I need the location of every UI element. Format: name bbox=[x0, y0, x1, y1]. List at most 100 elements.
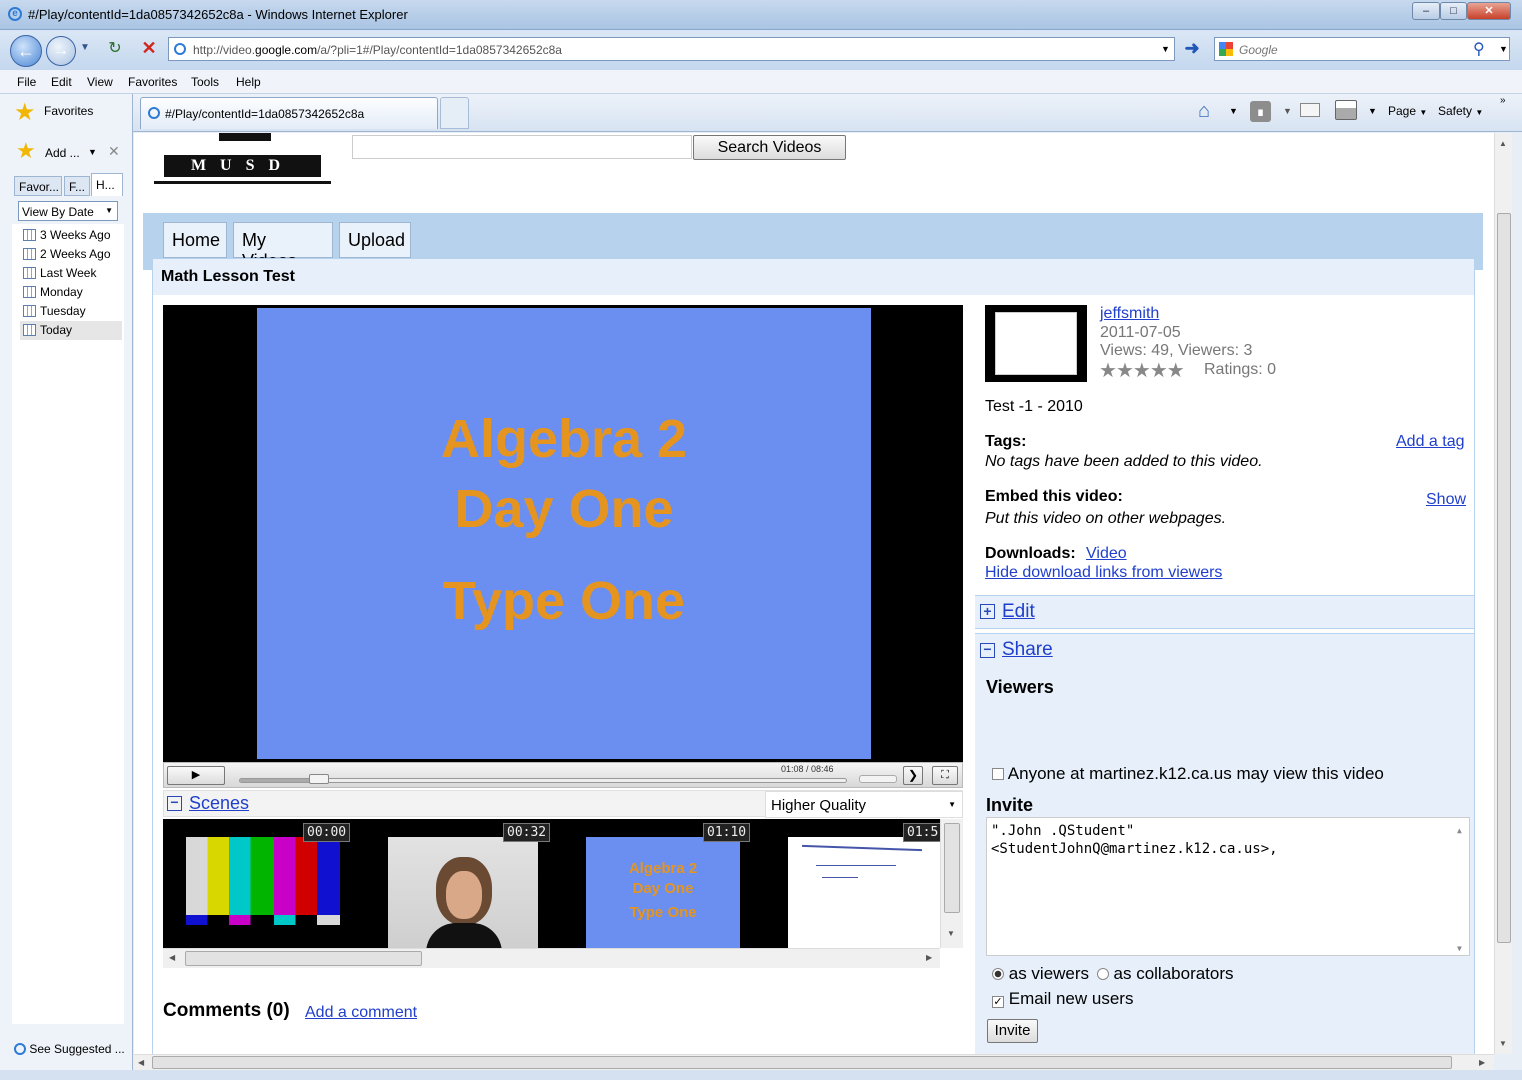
rss-icon[interactable]: ∎ bbox=[1250, 101, 1271, 122]
scroll-up-icon[interactable]: ▲ bbox=[1499, 139, 1507, 148]
history-item-selected[interactable]: Today bbox=[20, 321, 122, 340]
history-item[interactable]: Tuesday bbox=[20, 302, 132, 321]
edit-link[interactable]: Edit bbox=[1002, 601, 1035, 623]
email-new-users-option[interactable]: ✓ Email new users bbox=[992, 989, 1133, 1009]
safety-menu[interactable]: Safety ▼ bbox=[1438, 104, 1483, 118]
scroll-up-icon[interactable]: ▲ bbox=[1457, 822, 1462, 840]
scene-thumb-whiteboard[interactable] bbox=[788, 837, 940, 948]
scroll-left-icon[interactable]: ◀ bbox=[138, 1058, 144, 1067]
scroll-down-icon[interactable]: ▼ bbox=[1457, 940, 1462, 958]
volume-slider[interactable] bbox=[859, 775, 897, 783]
add-favorite-button[interactable]: Add ... bbox=[45, 146, 80, 160]
scene-thumb-slide[interactable]: Algebra 2 Day One Type One bbox=[586, 837, 740, 948]
search-icon[interactable]: ⚲ bbox=[1473, 39, 1485, 59]
history-item[interactable]: 3 Weeks Ago bbox=[20, 226, 132, 245]
history-dropdown-icon[interactable]: ▼ bbox=[80, 42, 90, 53]
star-icon[interactable]: ★ bbox=[1116, 360, 1134, 382]
scene-hscroll[interactable]: ◀ ▶ bbox=[163, 948, 940, 968]
back-button[interactable]: ← bbox=[10, 35, 42, 67]
search-input[interactable]: Google ⚲ ▼ bbox=[1214, 37, 1510, 61]
refresh-icon[interactable]: ↻ bbox=[104, 38, 126, 60]
go-button[interactable]: ➜ bbox=[1180, 38, 1204, 60]
rss-dropdown-icon[interactable]: ▼ bbox=[1283, 106, 1292, 116]
menu-help[interactable]: Help bbox=[236, 75, 261, 89]
view-by-select[interactable]: View By Date ▼ bbox=[18, 201, 118, 221]
history-item[interactable]: Last Week bbox=[20, 264, 132, 283]
scroll-thumb[interactable] bbox=[185, 951, 422, 966]
email-new-users-checkbox[interactable]: ✓ bbox=[992, 996, 1004, 1008]
tab-history[interactable]: H... bbox=[91, 173, 123, 196]
home-dropdown-icon[interactable]: ▼ bbox=[1229, 106, 1238, 116]
home-icon[interactable]: ⌂ bbox=[1198, 100, 1210, 123]
invite-button[interactable]: Invite bbox=[987, 1019, 1038, 1043]
tab-favorites[interactable]: Favor... bbox=[14, 176, 62, 196]
see-suggested-link[interactable]: See Suggested ... bbox=[14, 1042, 125, 1056]
browser-tab[interactable]: #/Play/contentId=1da0857342652c8a bbox=[140, 97, 438, 129]
collapse-scenes-icon[interactable]: − bbox=[167, 795, 182, 811]
search-options-icon[interactable]: ▼ bbox=[1499, 44, 1508, 54]
show-embed-link[interactable]: Show bbox=[1426, 491, 1466, 509]
fullscreen-icon[interactable]: ⛶ bbox=[932, 766, 958, 785]
scroll-thumb[interactable] bbox=[152, 1056, 1452, 1069]
rating-stars[interactable]: ★★★★★ bbox=[1099, 358, 1185, 383]
video-player[interactable]: Algebra 2 Day One Type One bbox=[163, 305, 963, 762]
seek-thumb[interactable] bbox=[309, 774, 329, 784]
star-icon[interactable]: ★ bbox=[1099, 360, 1117, 382]
nav-home[interactable]: Home bbox=[163, 222, 227, 258]
search-videos-button[interactable]: Search Videos bbox=[693, 135, 846, 160]
star-icon[interactable]: ★ bbox=[1150, 360, 1168, 382]
toolbar-overflow-icon[interactable]: » bbox=[1500, 95, 1506, 106]
history-item[interactable]: 2 Weeks Ago bbox=[20, 245, 132, 264]
print-dropdown-icon[interactable]: ▼ bbox=[1368, 106, 1377, 116]
as-collaborators-radio[interactable] bbox=[1096, 968, 1109, 980]
scene-vscroll[interactable]: ▼ bbox=[940, 819, 963, 948]
anyone-may-view-option[interactable]: Anyone at martinez.k12.ca.us may view th… bbox=[992, 764, 1384, 784]
tab-feeds[interactable]: F... bbox=[64, 176, 90, 196]
menu-edit[interactable]: Edit bbox=[51, 75, 72, 89]
scroll-thumb[interactable] bbox=[1497, 213, 1511, 943]
play-button[interactable]: ▶ bbox=[167, 766, 225, 785]
page-hscroll[interactable]: ◀ ▶ bbox=[134, 1054, 1494, 1070]
scroll-down-icon[interactable]: ▼ bbox=[1499, 1039, 1507, 1048]
hide-download-link[interactable]: Hide download links from viewers bbox=[985, 564, 1222, 582]
nav-my-videos[interactable]: My Videos bbox=[233, 222, 333, 271]
scene-thumb-color-bars[interactable] bbox=[186, 837, 340, 948]
expand-edit-icon[interactable]: + bbox=[980, 604, 995, 619]
add-dropdown-icon[interactable]: ▼ bbox=[88, 147, 97, 157]
maximize-button[interactable]: □ bbox=[1440, 2, 1467, 20]
as-viewers-radio[interactable] bbox=[992, 968, 1004, 980]
scroll-down-icon[interactable]: ▼ bbox=[947, 929, 955, 938]
site-search-input[interactable] bbox=[352, 135, 692, 159]
menu-favorites[interactable]: Favorites bbox=[128, 75, 177, 89]
nav-upload[interactable]: Upload bbox=[339, 222, 411, 258]
collapse-share-icon[interactable]: − bbox=[980, 642, 995, 658]
address-dropdown-icon[interactable]: ▼ bbox=[1161, 44, 1170, 54]
scroll-right-icon[interactable]: ▶ bbox=[926, 953, 932, 962]
address-input[interactable]: http://video.google.com/a/?pli=1#/Play/c… bbox=[168, 37, 1175, 61]
close-window-button[interactable]: ✕ bbox=[1467, 2, 1511, 20]
scroll-right-icon[interactable]: ▶ bbox=[1479, 1058, 1485, 1067]
minimize-button[interactable]: – bbox=[1412, 2, 1440, 20]
menu-view[interactable]: View bbox=[87, 75, 113, 89]
close-panel-icon[interactable]: ✕ bbox=[108, 143, 120, 160]
add-comment-link[interactable]: Add a comment bbox=[305, 1004, 417, 1022]
print-icon[interactable] bbox=[1335, 100, 1357, 120]
page-menu[interactable]: Page ▼ bbox=[1388, 104, 1427, 118]
mail-icon[interactable] bbox=[1300, 103, 1320, 117]
page-vscroll[interactable]: ▲ ▼ bbox=[1494, 133, 1512, 1054]
share-link[interactable]: Share bbox=[1002, 639, 1053, 661]
seek-track[interactable] bbox=[239, 774, 847, 784]
menu-tools[interactable]: Tools bbox=[191, 75, 219, 89]
stop-icon[interactable]: ✕ bbox=[138, 38, 160, 60]
star-icon[interactable]: ★ bbox=[1133, 360, 1151, 382]
scenes-link[interactable]: Scenes bbox=[189, 793, 249, 814]
scroll-thumb[interactable] bbox=[944, 823, 960, 913]
forward-button[interactable]: → bbox=[46, 36, 76, 66]
star-icon[interactable]: ★ bbox=[1167, 360, 1185, 382]
anyone-checkbox[interactable] bbox=[992, 768, 1004, 780]
invite-textarea[interactable]: ".John .QStudent" <StudentJohnQ@martinez… bbox=[986, 817, 1470, 956]
scene-thumb-speaker[interactable] bbox=[388, 837, 538, 948]
volume-button[interactable]: ❯ bbox=[903, 766, 923, 785]
favorites-button[interactable]: Favorites bbox=[44, 104, 93, 118]
new-tab-button[interactable] bbox=[440, 97, 469, 129]
